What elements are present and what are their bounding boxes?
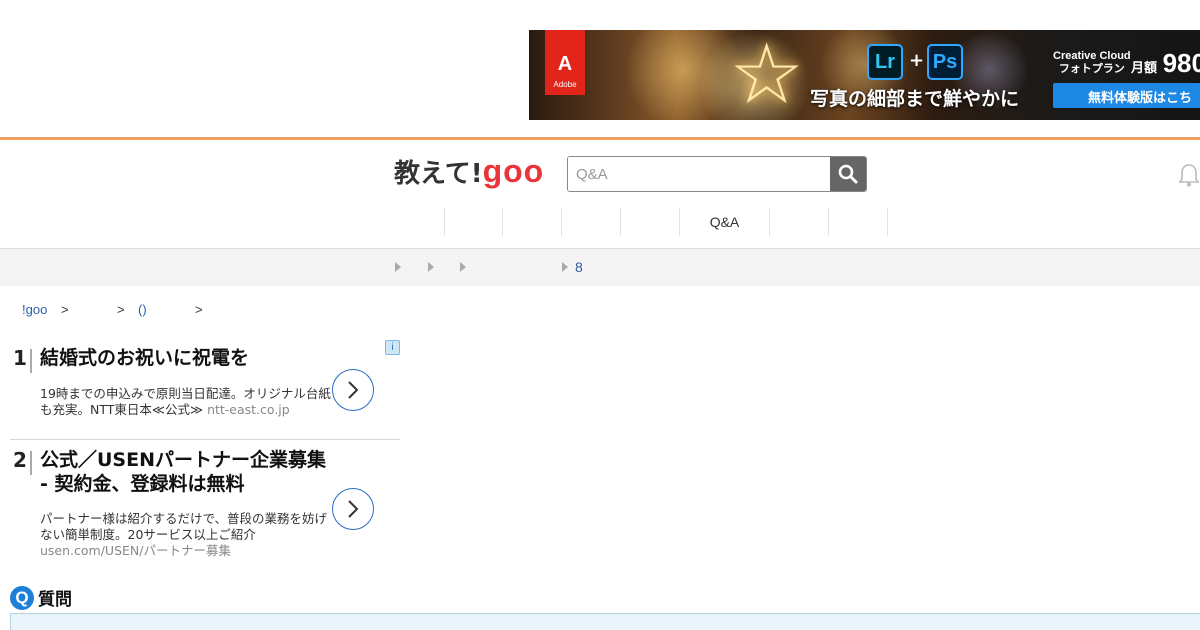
cc-title-line2: フォトプラン xyxy=(1058,63,1125,75)
adobe-wordmark: Adobe xyxy=(553,80,577,89)
arrow-right-icon[interactable] xyxy=(395,262,401,272)
ad-rank: 2 xyxy=(13,448,27,472)
ad-url[interactable]: ntt-east.co.jp xyxy=(207,402,290,417)
search-box xyxy=(567,156,867,192)
nav-tab[interactable] xyxy=(621,208,680,236)
arrow-right-icon[interactable] xyxy=(562,262,568,272)
adobe-logo: A Adobe xyxy=(545,30,585,95)
lightroom-icon: Lr xyxy=(867,44,903,80)
ad-description: 19時までの申込みで原則当日配達。オリジナル台紙も充実。NTT東日本≪公式≫ n… xyxy=(40,386,332,418)
free-trial-button[interactable]: 無料体験版はこち xyxy=(1053,83,1200,108)
breadcrumb-home[interactable]: !goo xyxy=(22,302,47,317)
nav-tab[interactable] xyxy=(444,208,503,236)
ad-rank: 1 xyxy=(13,346,27,370)
plus-sign: + xyxy=(909,50,925,71)
chevron-right-icon xyxy=(348,381,359,399)
logo-text: 教えて! xyxy=(394,159,483,189)
banner-tagline: 写真の細部まで鮮やかに xyxy=(810,88,1020,110)
search-icon xyxy=(838,164,858,184)
adobe-mark: A xyxy=(557,53,573,75)
ad-title[interactable]: 結婚式のお祝いに祝電を xyxy=(40,346,330,370)
sub-navigation: 8 xyxy=(0,249,1200,286)
breadcrumb-item[interactable]: () xyxy=(138,302,147,317)
ad-go-button[interactable] xyxy=(332,369,374,411)
logo-goo: goo xyxy=(482,153,545,189)
question-heading: Q 質問 xyxy=(10,585,72,610)
text-ad[interactable]: 1 結婚式のお祝いに祝電を 19時までの申込みで原則当日配達。オリジナル台紙も充… xyxy=(10,346,400,440)
search-input[interactable] xyxy=(568,157,830,191)
breadcrumb-separator: > xyxy=(117,302,125,317)
header-accent-line xyxy=(0,137,1200,140)
nav-tab-qa[interactable]: Q&A xyxy=(680,208,770,236)
arrow-right-icon[interactable] xyxy=(428,262,434,272)
price-value: 980 xyxy=(1162,48,1200,78)
ad-title[interactable]: 公式／USENパートナー企業募集 - 契約金、登録料は無料 xyxy=(40,448,330,496)
question-label: 質問 xyxy=(38,590,72,610)
ad-go-button[interactable] xyxy=(332,488,374,530)
cc-title-line1: Creative Cloud xyxy=(1053,50,1131,62)
star-light-icon: ☆ xyxy=(729,30,805,120)
ad-rank-divider xyxy=(30,451,32,475)
breadcrumb-separator: > xyxy=(61,302,69,317)
ad-description: パートナー様は紹介するだけで、普段の業務を妨げない簡単制度。20サービス以上ご紹… xyxy=(40,511,332,559)
subnav-count[interactable]: 8 xyxy=(575,259,583,275)
bell-icon[interactable] xyxy=(1178,162,1200,188)
nav-tab[interactable] xyxy=(562,208,621,236)
price-prefix: 月額 xyxy=(1131,61,1158,76)
ad-url[interactable]: usen.com/USEN/パートナー募集 xyxy=(40,543,231,558)
text-ad[interactable]: 2 公式／USENパートナー企業募集 - 契約金、登録料は無料 パートナー様は紹… xyxy=(10,448,400,563)
creative-cloud-title: Creative Cloud フォトプラン xyxy=(1053,50,1131,76)
chevron-right-icon xyxy=(348,500,359,518)
banner-ad[interactable]: A Adobe ☆ Lr + Ps 写真の細部まで鮮やかに Creative C… xyxy=(529,30,1200,120)
photoshop-icon: Ps xyxy=(927,44,963,80)
ad-desc-text: パートナー様は紹介するだけで、普段の業務を妨げない簡単制度。20サービス以上ご紹… xyxy=(40,511,328,542)
question-box xyxy=(10,613,1200,630)
category-nav: Q&A xyxy=(444,208,888,236)
site-logo[interactable]: 教えて! goo xyxy=(394,153,544,193)
nav-tab[interactable] xyxy=(770,208,829,236)
nav-tab[interactable] xyxy=(829,208,888,236)
nav-tab[interactable] xyxy=(503,208,562,236)
price: 月額 980 xyxy=(1131,48,1200,79)
ad-rank-divider xyxy=(30,349,32,373)
search-button[interactable] xyxy=(830,157,866,191)
arrow-right-icon[interactable] xyxy=(460,262,466,272)
breadcrumb-separator: > xyxy=(195,302,203,317)
question-icon: Q xyxy=(10,585,34,610)
